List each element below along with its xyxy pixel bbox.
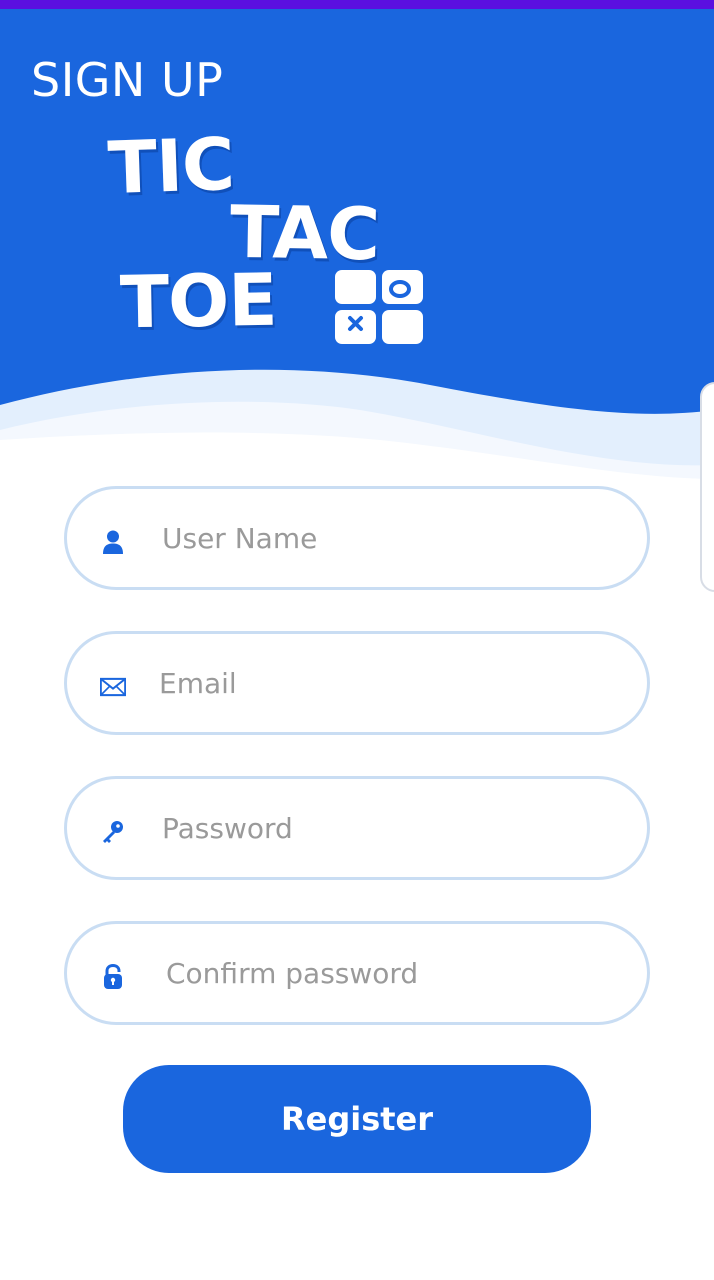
username-field[interactable] [64, 486, 650, 590]
tic-tac-toe-logo: TIC TAC TOE [100, 121, 440, 350]
email-input[interactable] [159, 634, 619, 732]
user-icon [100, 529, 126, 555]
password-field[interactable] [64, 776, 650, 880]
page-title: SIGN UP [31, 53, 224, 107]
confirm-password-input[interactable] [166, 924, 626, 1022]
tic-tac-toe-grid-icon [335, 270, 423, 344]
logo-word-toe: TOE [119, 257, 278, 345]
envelope-icon [100, 674, 126, 700]
email-field[interactable] [64, 631, 650, 735]
side-panel-handle[interactable] [700, 382, 714, 592]
password-input[interactable] [162, 779, 622, 877]
username-input[interactable] [162, 489, 622, 587]
key-icon [100, 819, 126, 845]
signup-form [64, 486, 650, 1066]
lock-icon [100, 964, 126, 990]
register-button[interactable]: Register [123, 1065, 591, 1173]
confirm-password-field[interactable] [64, 921, 650, 1025]
logo-word-tic: TIC [106, 121, 236, 211]
